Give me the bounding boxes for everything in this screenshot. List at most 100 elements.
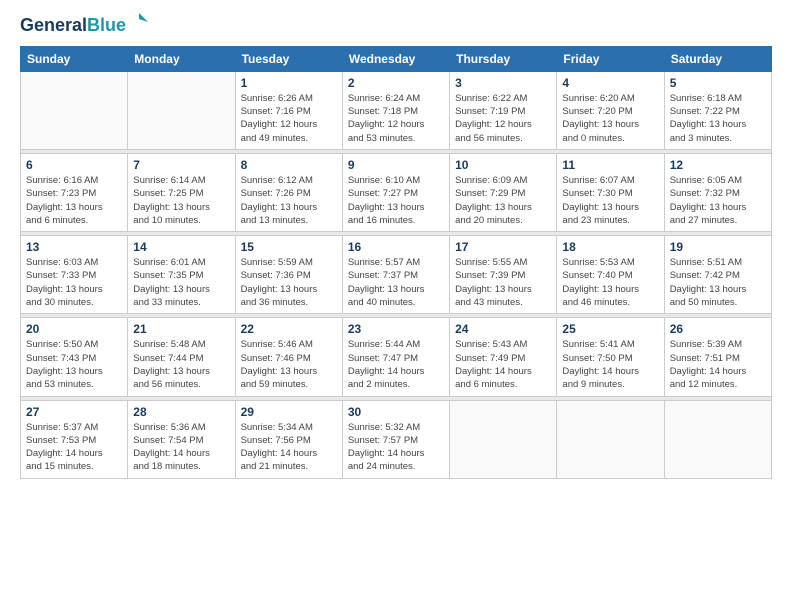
calendar-cell: 27 Sunrise: 5:37 AM Sunset: 7:53 PM Dayli… [21, 400, 128, 478]
calendar-cell: 8 Sunrise: 6:12 AM Sunset: 7:26 PM Daylig… [235, 153, 342, 231]
day-number: 25 [562, 322, 658, 336]
weekday-header-wednesday: Wednesday [342, 46, 449, 71]
day-number: 11 [562, 158, 658, 172]
calendar-week-5: 27 Sunrise: 5:37 AM Sunset: 7:53 PM Dayli… [21, 400, 772, 478]
logo: GeneralBlue [20, 16, 150, 36]
day-info: Sunrise: 6:10 AM Sunset: 7:27 PM Dayligh… [348, 174, 444, 227]
day-info: Sunrise: 5:57 AM Sunset: 7:37 PM Dayligh… [348, 256, 444, 309]
day-info: Sunrise: 6:07 AM Sunset: 7:30 PM Dayligh… [562, 174, 658, 227]
day-info: Sunrise: 6:24 AM Sunset: 7:18 PM Dayligh… [348, 92, 444, 145]
calendar-cell: 9 Sunrise: 6:10 AM Sunset: 7:27 PM Daylig… [342, 153, 449, 231]
weekday-header-thursday: Thursday [450, 46, 557, 71]
logo-icon [128, 11, 150, 33]
calendar-cell: 5Sunrise: 6:18 AM Sunset: 7:22 PM Daylig… [664, 71, 771, 149]
calendar-cell: 30 Sunrise: 5:32 AM Sunset: 7:57 PM Dayli… [342, 400, 449, 478]
day-info: Sunrise: 6:05 AM Sunset: 7:32 PM Dayligh… [670, 174, 766, 227]
day-info: Sunrise: 5:59 AM Sunset: 7:36 PM Dayligh… [241, 256, 337, 309]
calendar-cell: 11 Sunrise: 6:07 AM Sunset: 7:30 PM Dayli… [557, 153, 664, 231]
day-number: 9 [348, 158, 444, 172]
day-number: 16 [348, 240, 444, 254]
day-number: 22 [241, 322, 337, 336]
day-number: 14 [133, 240, 229, 254]
page-container: GeneralBlue SundayMondayTuesdayWednesday… [0, 0, 792, 495]
day-number: 26 [670, 322, 766, 336]
day-info: Sunrise: 6:26 AM Sunset: 7:16 PM Dayligh… [241, 92, 337, 145]
calendar-cell: 10 Sunrise: 6:09 AM Sunset: 7:29 PM Dayli… [450, 153, 557, 231]
day-number: 30 [348, 405, 444, 419]
weekday-header-tuesday: Tuesday [235, 46, 342, 71]
day-info: Sunrise: 5:46 AM Sunset: 7:46 PM Dayligh… [241, 338, 337, 391]
calendar-cell: 4 Sunrise: 6:20 AM Sunset: 7:20 PM Daylig… [557, 71, 664, 149]
day-info: Sunrise: 6:20 AM Sunset: 7:20 PM Dayligh… [562, 92, 658, 145]
calendar-cell: 6Sunrise: 6:16 AM Sunset: 7:23 PM Daylig… [21, 153, 128, 231]
calendar-cell: 1 Sunrise: 6:26 AM Sunset: 7:16 PM Daylig… [235, 71, 342, 149]
day-number: 4 [562, 76, 658, 90]
calendar-cell: 24Sunrise: 5:43 AM Sunset: 7:49 PM Dayli… [450, 318, 557, 396]
day-info: Sunrise: 6:03 AM Sunset: 7:33 PM Dayligh… [26, 256, 122, 309]
day-number: 2 [348, 76, 444, 90]
day-info: Sunrise: 5:32 AM Sunset: 7:57 PM Dayligh… [348, 421, 444, 474]
calendar-week-1: 1 Sunrise: 6:26 AM Sunset: 7:16 PM Daylig… [21, 71, 772, 149]
calendar-cell: 12 Sunrise: 6:05 AM Sunset: 7:32 PM Dayli… [664, 153, 771, 231]
weekday-header-row: SundayMondayTuesdayWednesdayThursdayFrid… [21, 46, 772, 71]
calendar-cell: 13 Sunrise: 6:03 AM Sunset: 7:33 PM Dayli… [21, 236, 128, 314]
calendar-cell [128, 71, 235, 149]
logo-text: GeneralBlue [20, 16, 126, 36]
day-info: Sunrise: 5:37 AM Sunset: 7:53 PM Dayligh… [26, 421, 122, 474]
calendar-table: SundayMondayTuesdayWednesdayThursdayFrid… [20, 46, 772, 479]
calendar-cell: 2 Sunrise: 6:24 AM Sunset: 7:18 PM Daylig… [342, 71, 449, 149]
day-info: Sunrise: 6:22 AM Sunset: 7:19 PM Dayligh… [455, 92, 551, 145]
day-number: 7 [133, 158, 229, 172]
calendar-cell: 7 Sunrise: 6:14 AM Sunset: 7:25 PM Daylig… [128, 153, 235, 231]
day-number: 27 [26, 405, 122, 419]
calendar-cell: 17Sunrise: 5:55 AM Sunset: 7:39 PM Dayli… [450, 236, 557, 314]
day-number: 21 [133, 322, 229, 336]
calendar-cell: 15 Sunrise: 5:59 AM Sunset: 7:36 PM Dayli… [235, 236, 342, 314]
calendar-week-3: 13 Sunrise: 6:03 AM Sunset: 7:33 PM Dayli… [21, 236, 772, 314]
day-number: 15 [241, 240, 337, 254]
day-number: 19 [670, 240, 766, 254]
day-info: Sunrise: 5:39 AM Sunset: 7:51 PM Dayligh… [670, 338, 766, 391]
calendar-cell: 14 Sunrise: 6:01 AM Sunset: 7:35 PM Dayli… [128, 236, 235, 314]
day-number: 3 [455, 76, 551, 90]
calendar-cell: 18 Sunrise: 5:53 AM Sunset: 7:40 PM Dayli… [557, 236, 664, 314]
day-info: Sunrise: 6:01 AM Sunset: 7:35 PM Dayligh… [133, 256, 229, 309]
calendar-cell: 21Sunrise: 5:48 AM Sunset: 7:44 PM Dayli… [128, 318, 235, 396]
day-info: Sunrise: 5:53 AM Sunset: 7:40 PM Dayligh… [562, 256, 658, 309]
day-number: 13 [26, 240, 122, 254]
calendar-cell: 29 Sunrise: 5:34 AM Sunset: 7:56 PM Dayli… [235, 400, 342, 478]
day-info: Sunrise: 6:18 AM Sunset: 7:22 PM Dayligh… [670, 92, 766, 145]
day-number: 1 [241, 76, 337, 90]
page-header: GeneralBlue [20, 16, 772, 36]
day-info: Sunrise: 6:14 AM Sunset: 7:25 PM Dayligh… [133, 174, 229, 227]
calendar-cell [21, 71, 128, 149]
weekday-header-saturday: Saturday [664, 46, 771, 71]
day-number: 10 [455, 158, 551, 172]
day-info: Sunrise: 5:55 AM Sunset: 7:39 PM Dayligh… [455, 256, 551, 309]
day-info: Sunrise: 5:41 AM Sunset: 7:50 PM Dayligh… [562, 338, 658, 391]
calendar-cell: 20Sunrise: 5:50 AM Sunset: 7:43 PM Dayli… [21, 318, 128, 396]
calendar-cell: 25 Sunrise: 5:41 AM Sunset: 7:50 PM Dayli… [557, 318, 664, 396]
calendar-week-2: 6Sunrise: 6:16 AM Sunset: 7:23 PM Daylig… [21, 153, 772, 231]
calendar-cell [450, 400, 557, 478]
calendar-cell: 22 Sunrise: 5:46 AM Sunset: 7:46 PM Dayli… [235, 318, 342, 396]
calendar-cell: 23Sunrise: 5:44 AM Sunset: 7:47 PM Dayli… [342, 318, 449, 396]
weekday-header-friday: Friday [557, 46, 664, 71]
day-info: Sunrise: 5:34 AM Sunset: 7:56 PM Dayligh… [241, 421, 337, 474]
day-number: 12 [670, 158, 766, 172]
day-number: 28 [133, 405, 229, 419]
day-info: Sunrise: 5:51 AM Sunset: 7:42 PM Dayligh… [670, 256, 766, 309]
calendar-cell: 3 Sunrise: 6:22 AM Sunset: 7:19 PM Daylig… [450, 71, 557, 149]
calendar-week-4: 20Sunrise: 5:50 AM Sunset: 7:43 PM Dayli… [21, 318, 772, 396]
day-number: 6 [26, 158, 122, 172]
calendar-cell [557, 400, 664, 478]
calendar-cell: 19 Sunrise: 5:51 AM Sunset: 7:42 PM Dayli… [664, 236, 771, 314]
day-info: Sunrise: 6:09 AM Sunset: 7:29 PM Dayligh… [455, 174, 551, 227]
calendar-cell: 16 Sunrise: 5:57 AM Sunset: 7:37 PM Dayli… [342, 236, 449, 314]
day-number: 8 [241, 158, 337, 172]
day-info: Sunrise: 5:43 AM Sunset: 7:49 PM Dayligh… [455, 338, 551, 391]
day-number: 29 [241, 405, 337, 419]
day-number: 18 [562, 240, 658, 254]
day-number: 23 [348, 322, 444, 336]
day-info: Sunrise: 6:12 AM Sunset: 7:26 PM Dayligh… [241, 174, 337, 227]
